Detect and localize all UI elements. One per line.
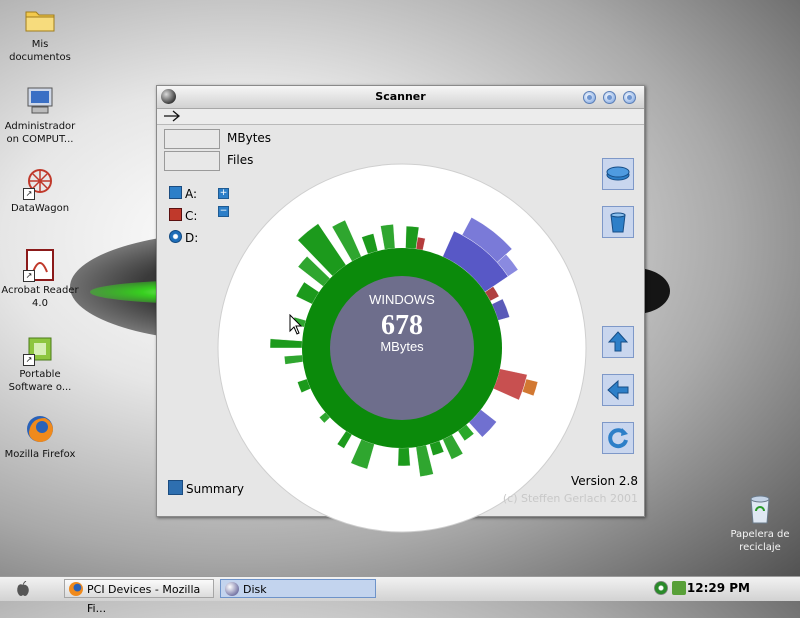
desktop-icon-portable-software[interactable]: ↗ Portable Software o... [0, 332, 80, 394]
portable-software-icon: ↗ [23, 332, 57, 366]
computer-icon [23, 84, 57, 118]
datawagon-icon: ↗ [23, 166, 57, 200]
summary-label: Summary [186, 482, 244, 496]
firefox-icon [23, 412, 57, 446]
window-titlebar[interactable]: Scanner [157, 86, 644, 109]
drive-label: A: [185, 187, 198, 201]
taskbar-clock: 12:29 PM [686, 581, 750, 595]
drive-a[interactable]: A: [169, 186, 197, 201]
back-arrow-button[interactable] [602, 374, 634, 406]
disk-button[interactable] [602, 158, 634, 190]
folder-icon [23, 2, 57, 36]
center-size-unit: MBytes [380, 339, 424, 354]
firefox-icon [69, 582, 83, 596]
desktop-icon-label: Acrobat Reader 4.0 [1, 285, 79, 309]
recycle-bin-icon [743, 492, 777, 526]
taskbar-item-pci-devices[interactable]: PCI Devices - Mozilla Fi... [64, 579, 214, 615]
tray-network-icon[interactable] [672, 581, 686, 595]
mouse-cursor-icon [289, 314, 303, 335]
arrow-right-icon[interactable] [163, 110, 183, 125]
desktop-icon-datawagon[interactable]: ↗ DataWagon [0, 166, 80, 215]
desktop-icon-firefox[interactable]: Mozilla Firefox [0, 412, 80, 461]
minimize-button[interactable] [583, 91, 596, 104]
desktop-icon-administrator[interactable]: Administrador on COMPUT... [0, 84, 80, 146]
drive-label: C: [185, 209, 198, 223]
files-value-field [164, 151, 220, 171]
refresh-button[interactable] [602, 422, 634, 454]
desktop-icon-label: Mozilla Firefox [4, 449, 76, 460]
copyright-label: (c) Steffen Gerlach 2001 [502, 492, 638, 505]
desktop-icon-label: Portable Software o... [8, 369, 72, 393]
taskbar: PCI Devices - Mozilla Fi... Disk 12:29 P… [0, 576, 800, 615]
up-arrow-button[interactable] [602, 326, 634, 358]
window-toolbar [157, 109, 644, 125]
taskbar-item-label: PCI Devices - Mozilla Fi... [87, 583, 201, 615]
center-folder-name: WINDOWS [369, 292, 435, 307]
scanner-window: Scanner MBytes Files A: C: D: + − WINDOW… [156, 85, 645, 533]
taskbar-item-label: Disk [243, 583, 267, 596]
start-menu-apple-icon[interactable] [16, 580, 30, 597]
cdrom-icon [169, 230, 182, 243]
size-unit-label: MBytes [227, 131, 272, 145]
trash-button[interactable] [602, 206, 634, 238]
drive-c[interactable]: C: [169, 208, 197, 223]
taskbar-item-disk[interactable]: Disk [220, 579, 376, 598]
size-value-field [164, 129, 220, 149]
acrobat-icon: ↗ [23, 248, 57, 282]
desktop-icon-label: Mis documentos [9, 39, 71, 63]
desktop-icon-my-documents[interactable]: Mis documentos [0, 2, 80, 64]
hard-disk-icon [169, 208, 182, 221]
tray-update-icon[interactable] [654, 581, 668, 595]
window-title: Scanner [375, 90, 426, 103]
drive-d[interactable]: D: [169, 230, 198, 245]
desktop-icon-recycle-bin[interactable]: Papelera de reciclaje [720, 492, 800, 554]
summary-button[interactable]: Summary [168, 480, 244, 496]
maximize-button[interactable] [603, 91, 616, 104]
disk-ball-icon [225, 582, 239, 596]
version-label: Version 2.8 [570, 474, 638, 488]
desktop-icon-label: Administrador on COMPUT... [4, 121, 76, 145]
drive-label: D: [185, 231, 199, 245]
desktop-icon-label: DataWagon [10, 203, 70, 214]
close-button[interactable] [623, 91, 636, 104]
floppy-icon [169, 186, 182, 199]
desktop-icon-label: Papelera de reciclaje [730, 529, 790, 553]
desktop-icon-acrobat[interactable]: ↗ Acrobat Reader 4.0 [0, 248, 80, 310]
summary-icon [168, 480, 183, 495]
folder-segment[interactable] [397, 447, 411, 467]
center-size-value: 678 [381, 310, 423, 341]
disk-usage-sunburst[interactable]: WINDOWS 678 MBytes [216, 162, 588, 534]
